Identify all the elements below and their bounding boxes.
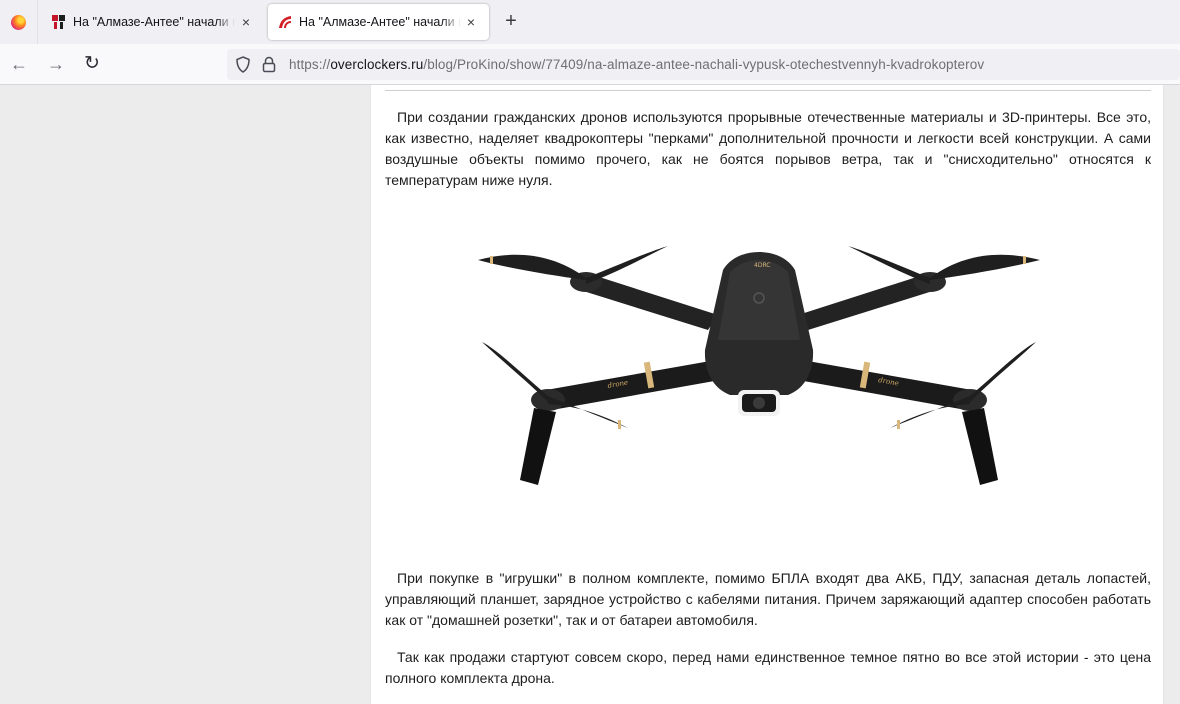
url-scheme: https:// (289, 57, 331, 72)
lock-icon[interactable] (262, 56, 276, 73)
article-paragraph: При создании гражданских дронов использу… (385, 109, 1151, 188)
tracking-protection-shield-icon[interactable] (235, 56, 251, 73)
tab-active[interactable]: На "Алмазе-Антее" начали выпуск отечеств… (268, 4, 489, 40)
forward-arrow-icon[interactable]: → (45, 53, 67, 75)
drone-image: drone drone 4DRC (478, 246, 1040, 485)
svg-text:4DRC: 4DRC (754, 262, 771, 269)
tab-title: На "Алмазе-Антее" начали выпуск отечеств… (73, 15, 235, 29)
tab-title: На "Алмазе-Антее" начали выпуск отечеств… (299, 15, 461, 29)
url-path: /blog/ProKino/show/77409/na-almaze-antee… (423, 57, 985, 72)
url-text[interactable]: https://overclockers.ru/blog/ProKino/sho… (289, 57, 984, 72)
page-content: При создании гражданских дронов использу… (0, 85, 1180, 704)
url-host: overclockers.ru (330, 57, 424, 72)
article-paragraph: Так как продажи стартуют совсем скоро, п… (385, 649, 1151, 686)
tab-inactive[interactable]: На "Алмазе-Антее" начали выпуск отечеств… (42, 4, 264, 40)
new-tab-button[interactable]: + (500, 10, 522, 32)
close-tab-icon[interactable]: × (463, 14, 479, 30)
back-arrow-icon[interactable]: ← (8, 53, 30, 75)
tab-bar: На "Алмазе-Антее" начали выпуск отечеств… (0, 0, 1180, 44)
yandex-favicon-icon (52, 15, 65, 29)
close-tab-icon[interactable]: × (238, 14, 254, 30)
reload-icon[interactable]: ↻ (81, 53, 103, 75)
article-body: При создании гражданских дронов использу… (370, 85, 1164, 704)
navigation-bar: ← → ↻ https://overclockers.ru/blog/ProKi… (0, 44, 1180, 85)
firefox-menu-icon[interactable] (0, 0, 38, 44)
divider (385, 90, 1151, 91)
overclockers-favicon-icon (279, 16, 291, 28)
article-paragraph: При покупке в "игрушки" в полном комплек… (385, 570, 1151, 628)
url-bar[interactable]: https://overclockers.ru/blog/ProKino/sho… (227, 49, 1180, 80)
